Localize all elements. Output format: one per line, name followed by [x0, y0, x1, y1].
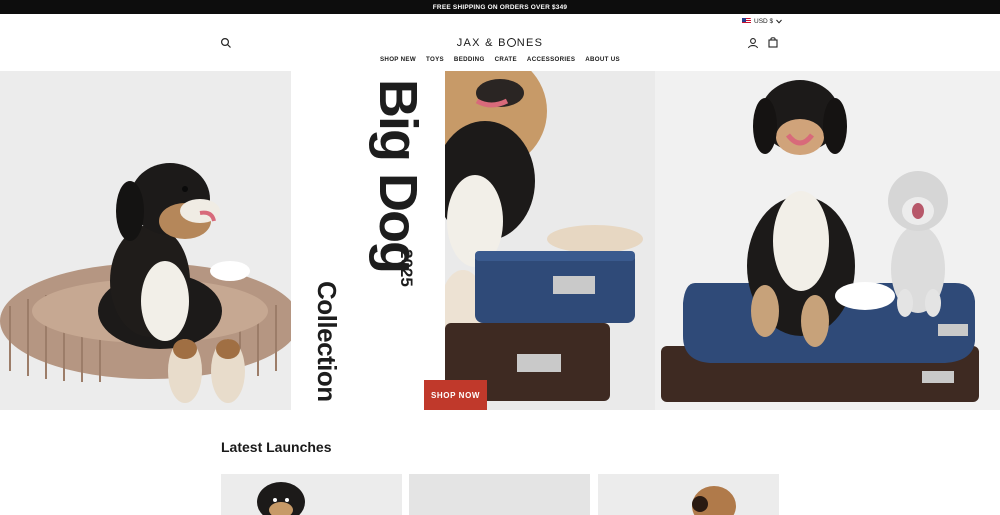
nav-item-bedding[interactable]: BEDDING	[454, 56, 485, 63]
nav-item-crate[interactable]: CRATE	[495, 56, 517, 63]
bag-icon	[768, 37, 778, 48]
brand-logo-text-start: JAX & B	[456, 37, 507, 49]
nav-item-about-us[interactable]: ABOUT US	[585, 56, 620, 63]
brand-logo[interactable]: JAX & B NES	[420, 37, 580, 49]
product-image	[221, 474, 402, 515]
nav-item-accessories[interactable]: ACCESSORIES	[527, 56, 575, 63]
nav-item-shop-new[interactable]: SHOP NEW	[380, 56, 416, 63]
dog-on-plush-bed-illustration	[0, 71, 291, 410]
user-icon	[747, 38, 759, 49]
product-card[interactable]	[221, 474, 402, 515]
search-icon	[220, 37, 231, 48]
hero-year: 2025	[397, 249, 416, 287]
hero-subhead: Collection	[312, 281, 342, 402]
hero-headline: Big Dog	[368, 79, 428, 272]
hero-image-dog-stacked-beds	[445, 71, 655, 410]
hero-image-two-dogs-bed	[655, 71, 1000, 410]
currency-label: USD $	[754, 17, 774, 25]
two-dogs-on-bed-illustration	[655, 71, 1000, 410]
cart-button[interactable]	[767, 36, 779, 48]
account-button[interactable]	[747, 37, 759, 49]
search-button[interactable]	[220, 37, 232, 49]
announcement-bar: FREE SHIPPING ON ORDERS OVER $349	[0, 0, 1000, 14]
us-flag-icon	[742, 18, 751, 24]
hero-banner[interactable]: Big Dog 2025 Collection	[0, 71, 1000, 410]
announcement-text: FREE SHIPPING ON ORDERS OVER $349	[432, 3, 568, 11]
product-card[interactable]	[598, 474, 779, 515]
chevron-down-icon	[776, 19, 783, 24]
product-image	[598, 474, 779, 515]
logo-o-mark	[507, 38, 517, 47]
product-card[interactable]	[409, 474, 590, 515]
brand-logo-text-end: NES	[516, 37, 544, 49]
dog-on-stacked-beds-illustration	[445, 71, 655, 410]
product-image	[409, 474, 590, 515]
hero-image-dog-plush-bed	[0, 71, 291, 410]
latest-launches-title: Latest Launches	[221, 439, 332, 455]
main-nav: SHOP NEW TOYS BEDDING CRATE ACCESSORIES …	[0, 56, 1000, 63]
currency-selector[interactable]: USD $	[742, 16, 783, 26]
nav-item-toys[interactable]: TOYS	[426, 56, 444, 63]
shop-now-button[interactable]: SHOP NOW	[424, 380, 487, 410]
